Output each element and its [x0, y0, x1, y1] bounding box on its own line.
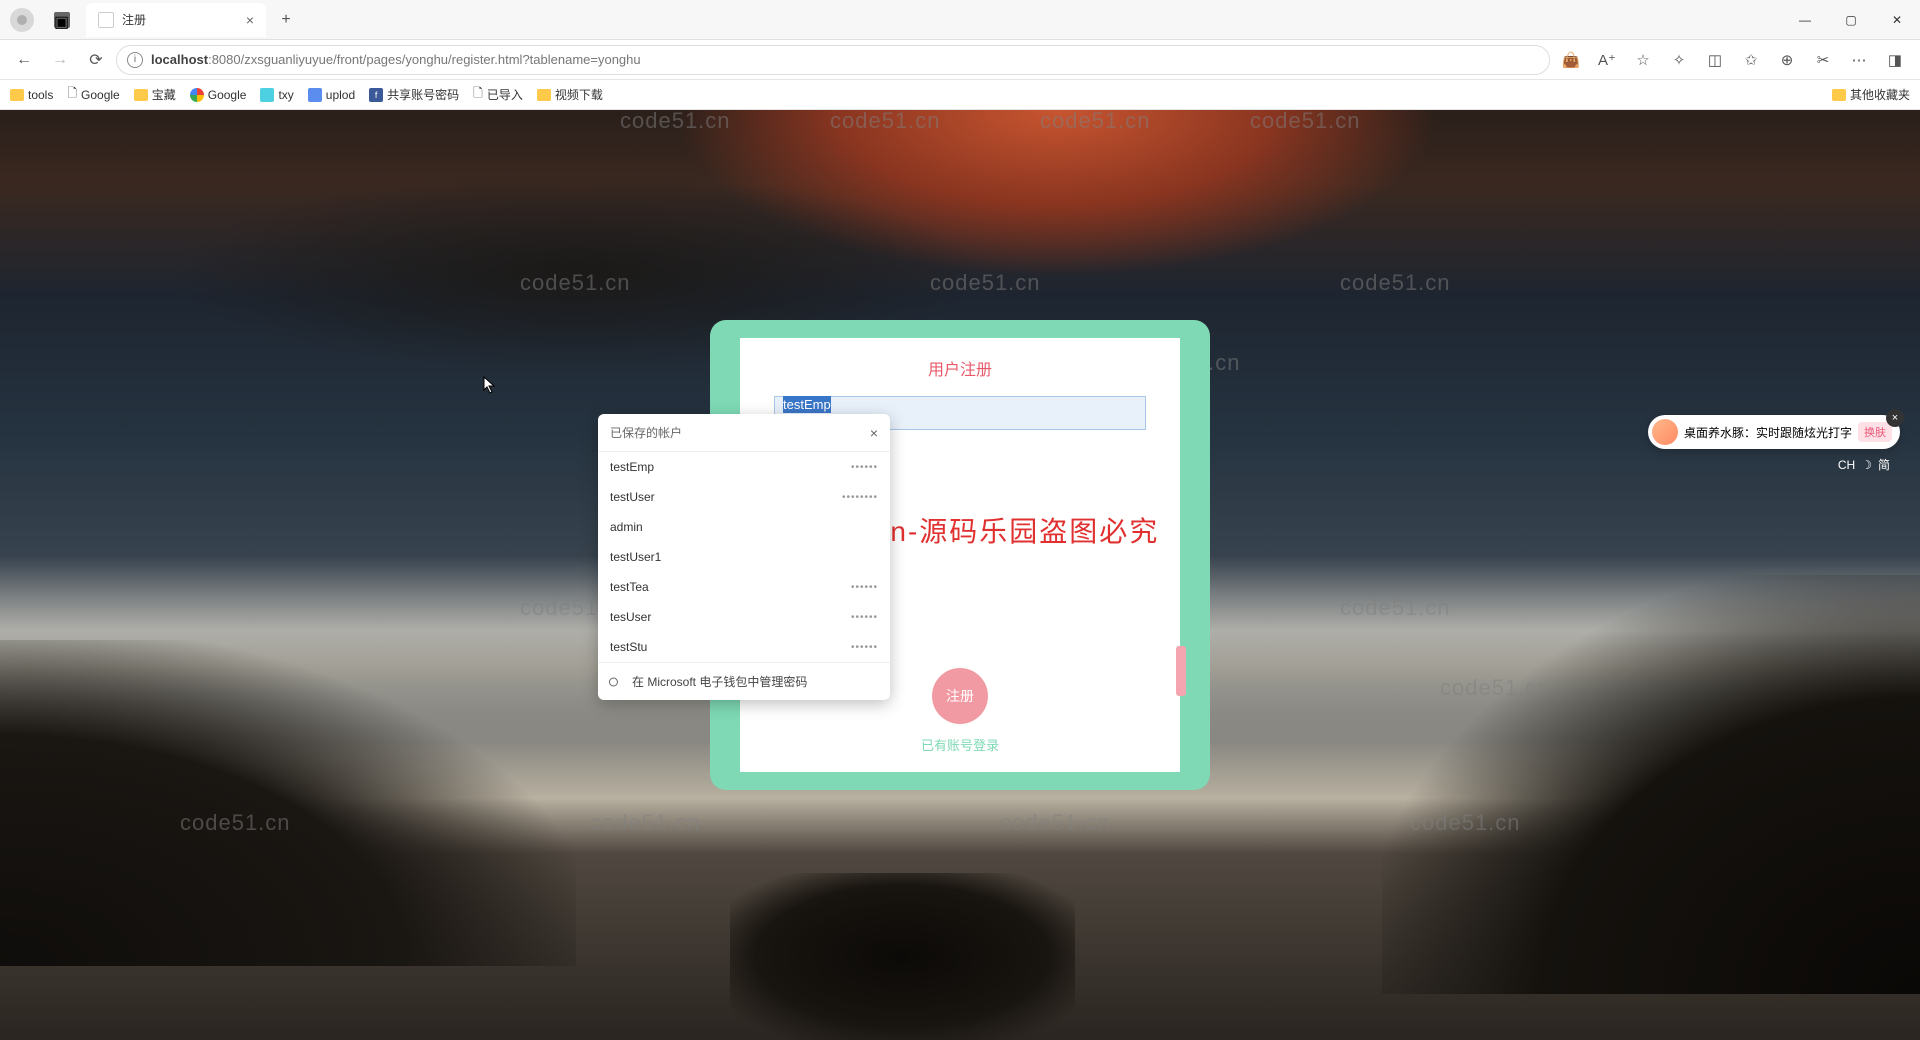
watermark: code51.cn [590, 810, 701, 836]
site-info-icon[interactable]: i [127, 52, 143, 68]
scroll-thumb[interactable] [1176, 646, 1186, 696]
folder-icon [1832, 89, 1846, 101]
back-button[interactable]: ← [8, 44, 40, 76]
bookmark-share-pwd[interactable]: f共享账号密码 [369, 86, 459, 103]
bookmark-tools[interactable]: tools [10, 88, 53, 102]
tab-title: 注册 [122, 11, 238, 28]
autofill-item[interactable]: tesUser•••••• [598, 602, 890, 632]
collections-icon[interactable]: ✩ [1734, 44, 1768, 76]
close-window-button[interactable]: ✕ [1874, 0, 1920, 40]
login-link[interactable]: 已有账号登录 [740, 735, 1180, 754]
address-bar: ← → ⟳ i localhost:8080/zxsguanliyuyue/fr… [0, 40, 1920, 80]
bookmark-imported[interactable]: 🗋已导入 [473, 84, 523, 105]
autofill-item[interactable]: testTea•••••• [598, 572, 890, 602]
refresh-button[interactable]: ⟳ [80, 44, 112, 76]
capybara-icon [1652, 419, 1678, 445]
autofill-header: 已保存的帐户 × [598, 414, 890, 452]
forward-button: → [44, 44, 76, 76]
url-path: :8080/zxsguanliyuyue/front/pages/yonghu/… [208, 52, 641, 67]
bookmark-video[interactable]: 视频下载 [537, 86, 603, 103]
extensions-icon[interactable]: ✧ [1662, 44, 1696, 76]
bookmark-google[interactable]: 🗋Google [67, 84, 119, 105]
menu-icon[interactable]: ⋯ [1842, 44, 1876, 76]
bookmark-baozang[interactable]: 宝藏 [134, 86, 176, 103]
register-title: 用户注册 [774, 356, 1146, 380]
autofill-item[interactable]: testStu•••••• [598, 632, 890, 662]
shopping-icon[interactable]: 👜 [1554, 44, 1588, 76]
ime-indicator[interactable]: CH ☽ 简 [1838, 456, 1890, 473]
notification-skin-button[interactable]: 换肤 [1858, 422, 1892, 442]
key-icon: f [369, 88, 383, 102]
autofill-item[interactable]: testEmp•••••• [598, 452, 890, 482]
sidebar-icon[interactable]: ◨ [1878, 44, 1912, 76]
page-favicon-icon [98, 12, 114, 28]
register-button[interactable]: 注册 [932, 668, 988, 724]
autofill-close-icon[interactable]: × [870, 425, 878, 441]
google-icon [190, 88, 204, 102]
folder-icon [134, 89, 148, 101]
tab-actions-icon[interactable]: ▣ [54, 12, 70, 28]
bookmark-txy[interactable]: txy [260, 88, 293, 102]
minimize-button[interactable]: — [1782, 0, 1828, 40]
moon-icon: ☽ [1861, 458, 1872, 472]
folder-icon [537, 89, 551, 101]
page-content: code51.cn code51.cn code51.cn code51.cn … [0, 110, 1920, 1040]
bookmarks-bar: tools 🗋Google 宝藏 Google txy uplod f共享账号密… [0, 80, 1920, 110]
autofill-item[interactable]: testUser•••••••• [598, 482, 890, 512]
autofill-item[interactable]: testUser1 [598, 542, 890, 572]
notification-toast[interactable]: 桌面养水豚：实时跟随炫光打字 换肤 × [1648, 415, 1900, 449]
page-icon: 🗋 [473, 84, 483, 105]
autofill-list[interactable]: testEmp•••••• testUser•••••••• admin tes… [598, 452, 890, 662]
window-titlebar: ▣ 注册 × + — ▢ ✕ [0, 0, 1920, 40]
bookmark-other[interactable]: 其他收藏夹 [1832, 86, 1910, 103]
split-icon[interactable]: ◫ [1698, 44, 1732, 76]
cloud-icon [260, 88, 274, 102]
key-icon [607, 672, 627, 692]
folder-icon [10, 89, 24, 101]
password-autofill-popup: 已保存的帐户 × testEmp•••••• testUser•••••••• … [598, 414, 890, 700]
bookmark-uplod[interactable]: uplod [308, 88, 355, 102]
upload-icon [308, 88, 322, 102]
page-icon: 🗋 [67, 84, 77, 105]
downloads-icon[interactable]: ⊕ [1770, 44, 1804, 76]
profile-avatar-icon[interactable] [10, 8, 34, 32]
screenshot-icon[interactable]: ✂ [1806, 44, 1840, 76]
tab-close-icon[interactable]: × [246, 12, 254, 28]
read-aloud-icon[interactable]: A⁺ [1590, 44, 1624, 76]
bookmark-google2[interactable]: Google [190, 88, 247, 102]
url-host: localhost [151, 52, 208, 67]
url-input[interactable]: i localhost:8080/zxsguanliyuyue/front/pa… [116, 45, 1550, 75]
maximize-button[interactable]: ▢ [1828, 0, 1874, 40]
notification-close-icon[interactable]: × [1886, 409, 1904, 427]
autofill-manage-link[interactable]: 在 Microsoft 电子钱包中管理密码 [598, 662, 890, 700]
favorite-icon[interactable]: ☆ [1626, 44, 1660, 76]
browser-tab[interactable]: 注册 × [86, 3, 266, 37]
notification-text: 桌面养水豚：实时跟随炫光打字 [1684, 424, 1852, 441]
autofill-item[interactable]: admin [598, 512, 890, 542]
watermark: code51.cn [1000, 810, 1111, 836]
new-tab-button[interactable]: + [272, 6, 300, 34]
